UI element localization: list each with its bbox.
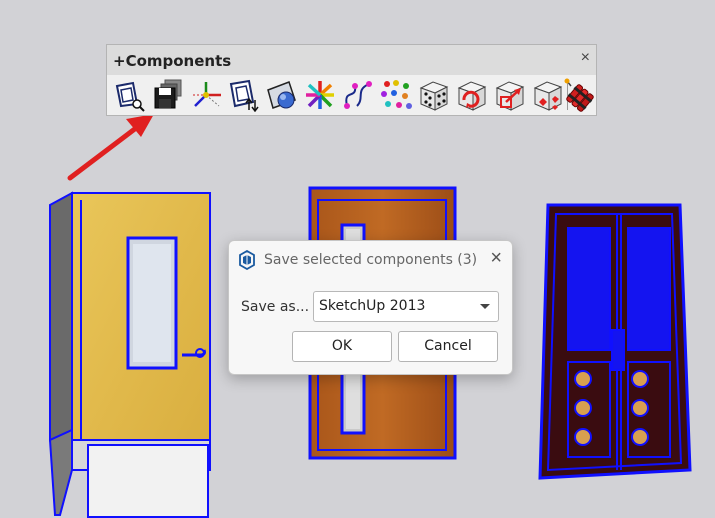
dice-refresh-icon[interactable] bbox=[455, 78, 489, 112]
axes-icon[interactable] bbox=[189, 78, 223, 112]
dialog-title: Save selected components (3) bbox=[264, 252, 478, 268]
dynamite-icon[interactable] bbox=[563, 78, 597, 112]
toolbar-header[interactable]: +Components × bbox=[107, 45, 596, 75]
save-components-icon[interactable] bbox=[151, 78, 185, 112]
cancel-button[interactable]: Cancel bbox=[398, 331, 498, 362]
sketchup-logo-icon bbox=[237, 249, 257, 271]
toolbar-title: +Components bbox=[113, 52, 232, 70]
component-update-icon[interactable] bbox=[227, 78, 261, 113]
save-as-selected-value: SketchUp 2013 bbox=[319, 298, 426, 314]
chevron-down-icon bbox=[480, 304, 490, 309]
annotation-arrow bbox=[67, 114, 154, 181]
save-as-version-select[interactable]: SketchUp 2013 bbox=[313, 291, 499, 322]
scatter-dots-icon[interactable] bbox=[379, 78, 413, 112]
toolbar-close-icon[interactable]: × bbox=[581, 49, 590, 67]
components-toolbar: +Components × bbox=[106, 44, 597, 116]
left-door-component[interactable] bbox=[48, 191, 211, 518]
dice-scale-icon[interactable] bbox=[493, 78, 527, 112]
ok-button[interactable]: OK bbox=[292, 331, 392, 362]
save-components-dialog: Save selected components (3) × Save as..… bbox=[228, 240, 513, 375]
color-wheel-icon[interactable] bbox=[303, 78, 337, 112]
dialog-close-icon[interactable]: × bbox=[490, 247, 502, 270]
paths-icon[interactable] bbox=[341, 78, 375, 112]
save-as-label: Save as... bbox=[241, 299, 310, 315]
dice-explode-icon[interactable] bbox=[531, 78, 565, 112]
shape-sphere-icon[interactable] bbox=[265, 78, 299, 112]
right-door-component[interactable] bbox=[538, 203, 692, 480]
component-browser-icon[interactable] bbox=[113, 78, 147, 112]
dice-icon[interactable] bbox=[417, 78, 451, 112]
